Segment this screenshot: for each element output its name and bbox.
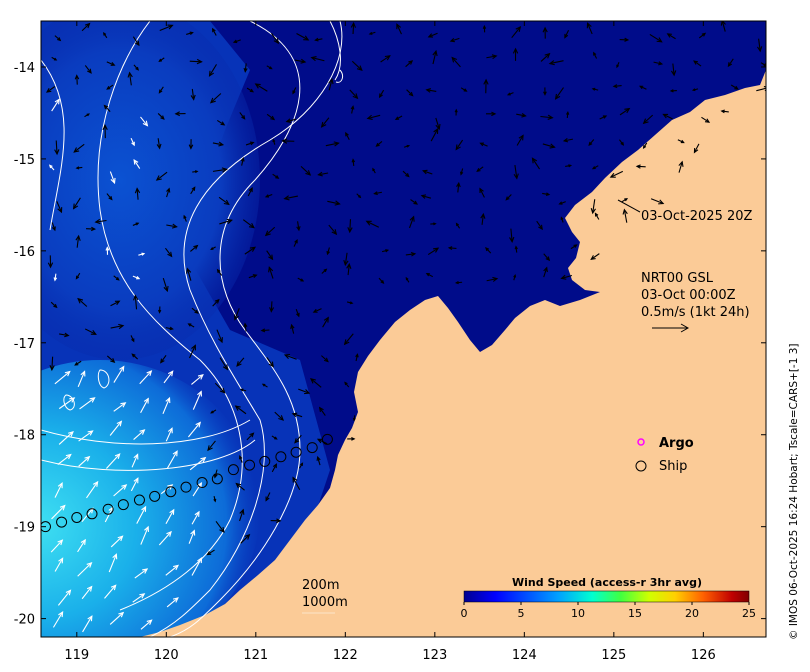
colorbar — [463, 590, 750, 603]
y-tick-label: -16 — [14, 245, 35, 260]
colorbar-tick-label: 10 — [571, 607, 585, 620]
x-tick-label: 121 — [243, 648, 268, 663]
plot-area — [41, 21, 766, 637]
colorbar-title: Wind Speed (access-r 3hr avg) — [512, 576, 702, 589]
argo-label: Argo — [659, 436, 694, 451]
y-tick-label: -20 — [14, 613, 35, 628]
colorbar-tick-label: 25 — [742, 607, 756, 620]
depth-1000-label: 1000m — [302, 595, 348, 610]
timestamp-label: 03-Oct-2025 20Z — [641, 209, 753, 224]
x-tick-label: 124 — [512, 648, 537, 663]
product-label: NRT00 GSL — [641, 271, 714, 286]
colorbar-tick-label: 20 — [685, 607, 699, 620]
depth-200-label: 200m — [302, 578, 339, 593]
x-tick-label: 125 — [601, 648, 626, 663]
colorbar-tick-label: 5 — [518, 607, 525, 620]
y-tick-label: -15 — [14, 153, 35, 168]
ocean-map: 119 120 121 122 123 124 125 126 -14 -15 -16 -17 -18… — [14, 20, 800, 663]
x-tick-label: 126 — [691, 648, 716, 663]
y-tick-label: -19 — [14, 521, 35, 536]
x-tick-label: 119 — [64, 648, 89, 663]
x-tick-label: 120 — [154, 648, 179, 663]
colorbar-tick-label: 0 — [461, 607, 468, 620]
x-tick-label: 122 — [333, 648, 358, 663]
ship-label: Ship — [659, 459, 687, 474]
y-tick-label: -18 — [14, 429, 35, 444]
credit-text: © IMOS 06-Oct-2025 16:24 Hobart; Tscale=… — [788, 343, 800, 640]
y-tick-label: -14 — [14, 61, 35, 76]
date-label: 03-Oct 00:00Z — [641, 288, 736, 303]
x-tick-label: 123 — [422, 648, 447, 663]
colorbar-tick-label: 15 — [628, 607, 642, 620]
y-tick-label: -17 — [14, 337, 35, 352]
scale-label: 0.5m/s (1kt 24h) — [641, 305, 750, 320]
